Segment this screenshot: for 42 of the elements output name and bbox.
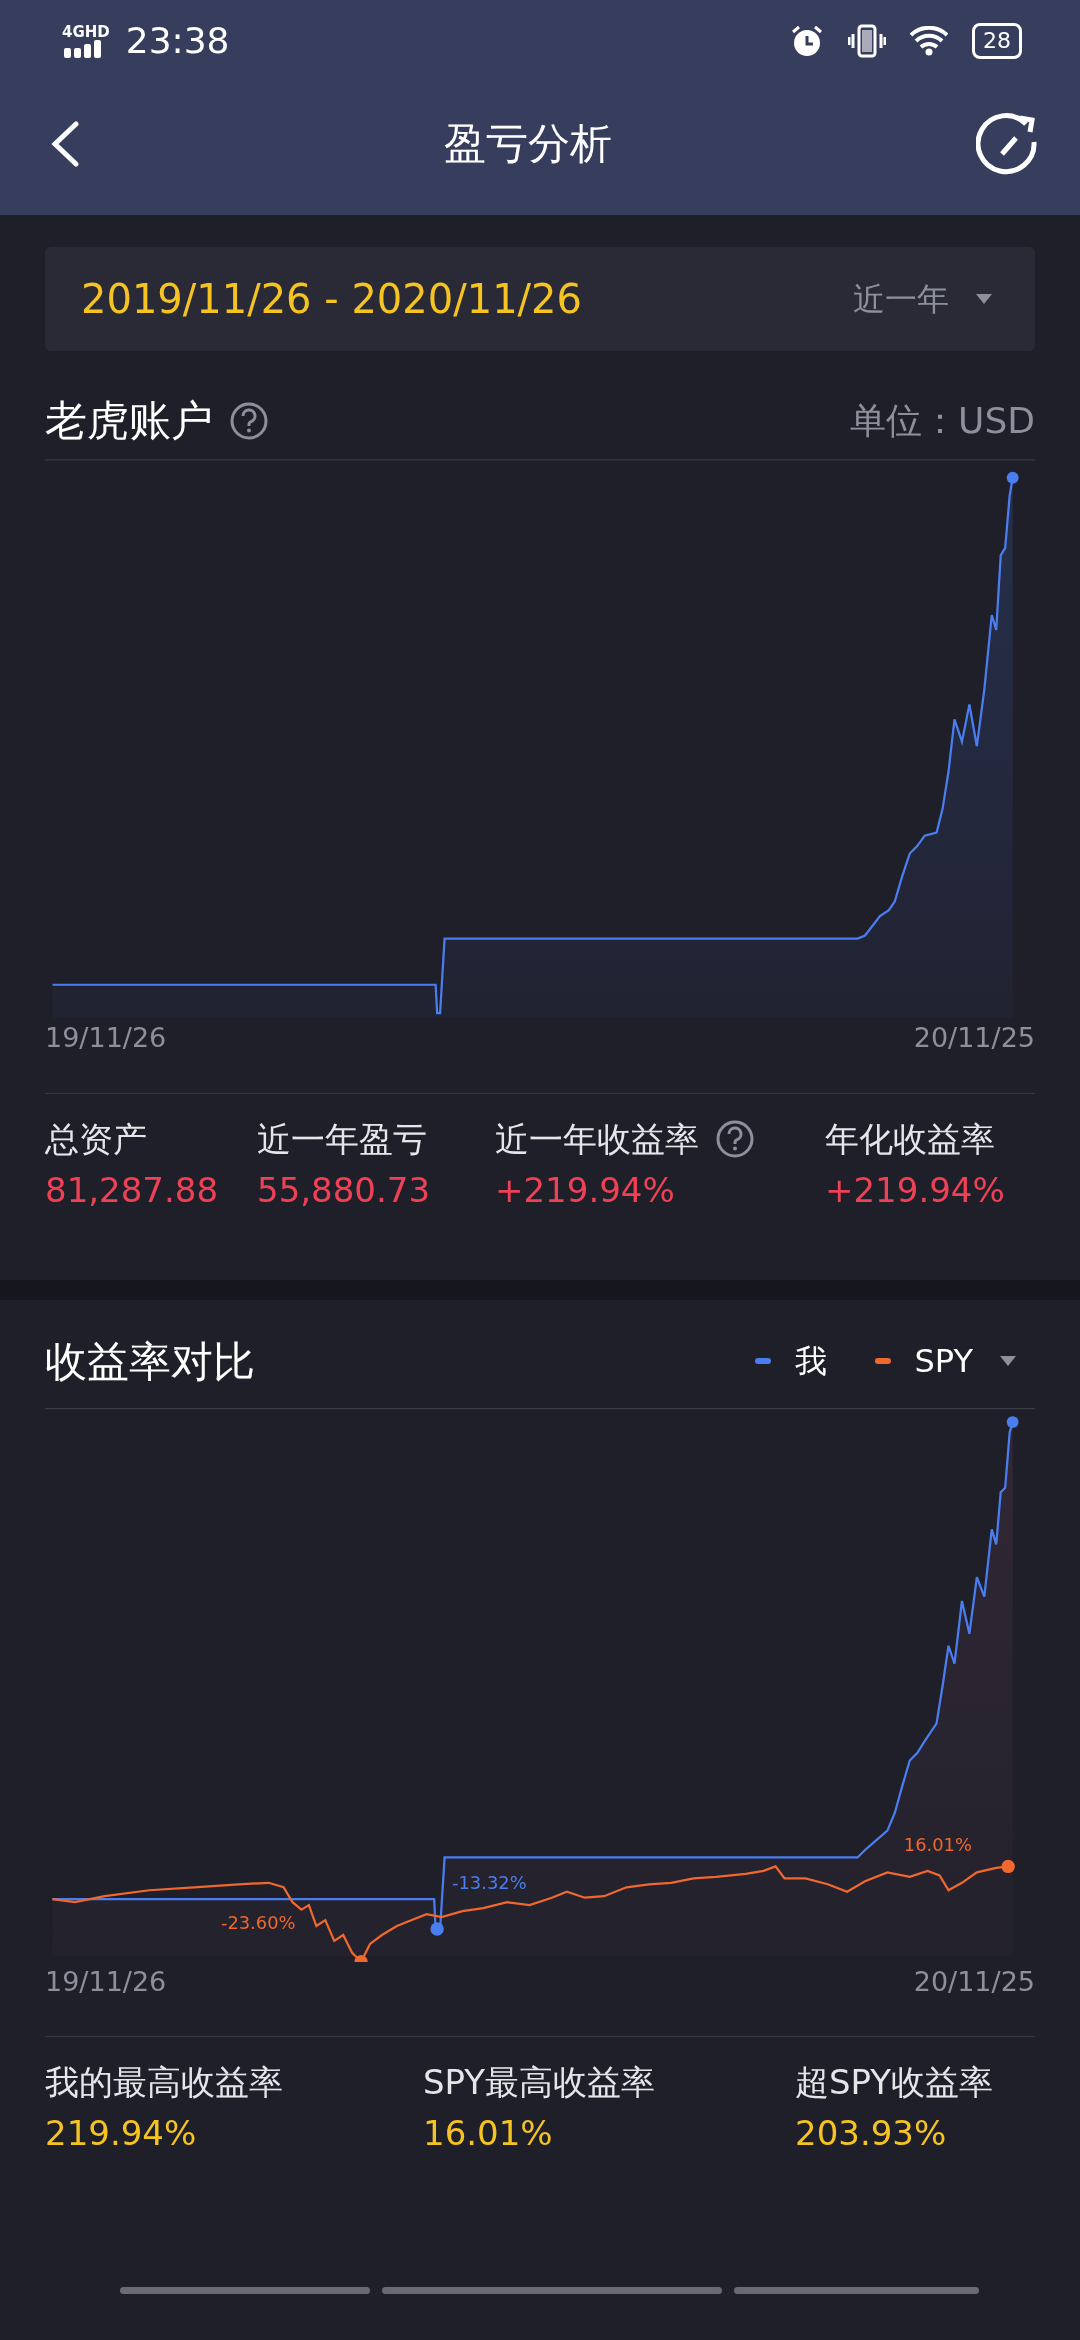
chart-value-label: -13.32% — [452, 1871, 527, 1893]
stat-value: 16.01% — [423, 2112, 554, 2155]
chart-value-label: 16.01% — [903, 1834, 972, 1855]
help-icon[interactable] — [229, 400, 269, 441]
axis-label: 20/11/25 — [913, 1021, 1035, 1055]
back-icon[interactable] — [50, 120, 80, 167]
page-title: 盈亏分析 — [444, 118, 612, 170]
axis-label: 20/11/25 — [913, 1964, 1035, 1999]
axis-label: 19/11/26 — [45, 1964, 167, 1999]
stat-value: 203.93% — [795, 2112, 948, 2155]
stat-label: 近一年盈亏 — [257, 1117, 427, 1161]
axis-label: 19/11/26 — [45, 1021, 167, 1055]
unit-label: 单位：USD — [850, 398, 1035, 443]
stat-value: +219.94% — [495, 1168, 676, 1212]
stat-value: +219.94% — [825, 1168, 1006, 1212]
stat-label: SPY最高收益率 — [423, 2061, 657, 2104]
chart-value-label: -23.60% — [220, 1911, 296, 1933]
stat-value: 219.94% — [45, 2112, 198, 2155]
alarm-icon — [790, 24, 824, 58]
stat-label: 近一年收益率 — [495, 1117, 699, 1161]
date-range: 2019/11/26 - 2020/11/26 — [81, 275, 582, 324]
network-label: 4GHD — [62, 24, 110, 40]
stat-label: 总资产 — [45, 1117, 147, 1161]
stat-value: 55,880.73 — [257, 1168, 432, 1212]
section-title: 收益率对比 — [45, 1335, 255, 1388]
caret-icon — [973, 292, 995, 306]
stat-label: 年化收益率 — [825, 1117, 995, 1161]
dropdown-caret-icon[interactable] — [997, 1354, 1019, 1368]
stat-label: 超SPY收益率 — [795, 2061, 995, 2104]
battery-indicator: 28 — [972, 23, 1022, 59]
legend-label: SPY — [914, 1341, 973, 1382]
clock-time: 23:38 — [125, 19, 230, 63]
legend-label: 我 — [794, 1341, 827, 1382]
stat-value: 81,287.88 — [45, 1168, 220, 1212]
vibrate-icon — [848, 24, 886, 58]
section-title: 老虎账户 — [45, 395, 213, 447]
period-dropdown[interactable]: 近一年 — [853, 275, 995, 323]
help-icon[interactable] — [715, 1119, 755, 1159]
signal-icon — [62, 39, 102, 58]
wifi-icon — [910, 26, 948, 56]
stat-label: 我的最高收益率 — [45, 2061, 284, 2104]
refresh-icon[interactable] — [976, 111, 1040, 176]
